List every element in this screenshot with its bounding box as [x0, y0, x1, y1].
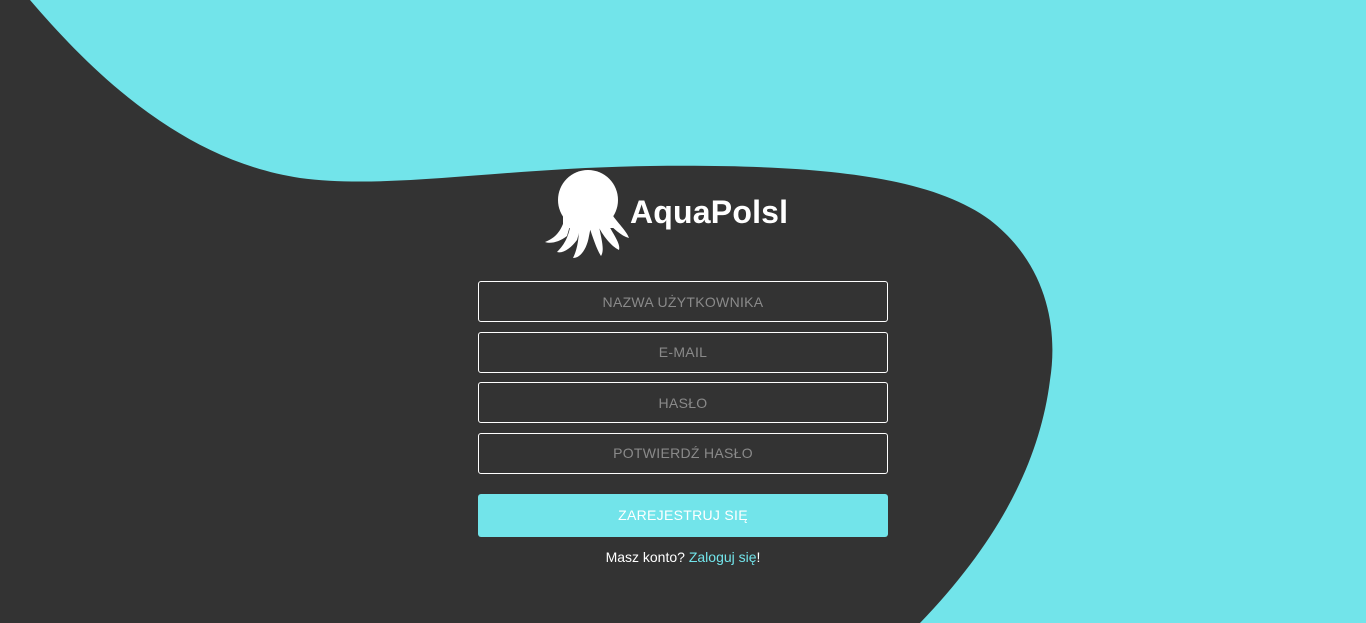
login-prompt: Masz konto? Zaloguj się!	[478, 549, 888, 565]
register-page: AquaPolsl ZAREJESTRUJ SIĘ Masz konto? Za…	[0, 0, 1366, 623]
confirm-password-input[interactable]	[478, 432, 888, 474]
register-button[interactable]: ZAREJESTRUJ SIĘ	[478, 493, 888, 537]
password-input[interactable]	[478, 382, 888, 423]
username-input[interactable]	[478, 281, 888, 322]
email-input[interactable]	[478, 331, 888, 373]
login-prompt-suffix: !	[756, 548, 761, 565]
brand-logo: AquaPolsl	[543, 170, 788, 260]
octopus-icon	[545, 170, 629, 258]
login-prompt-text: Masz konto?	[605, 548, 689, 565]
registration-form: ZAREJESTRUJ SIĘ Masz konto? Zaloguj się!	[478, 281, 888, 565]
brand-name: AquaPolsl	[630, 193, 789, 230]
login-link[interactable]: Zaloguj się	[689, 549, 757, 565]
